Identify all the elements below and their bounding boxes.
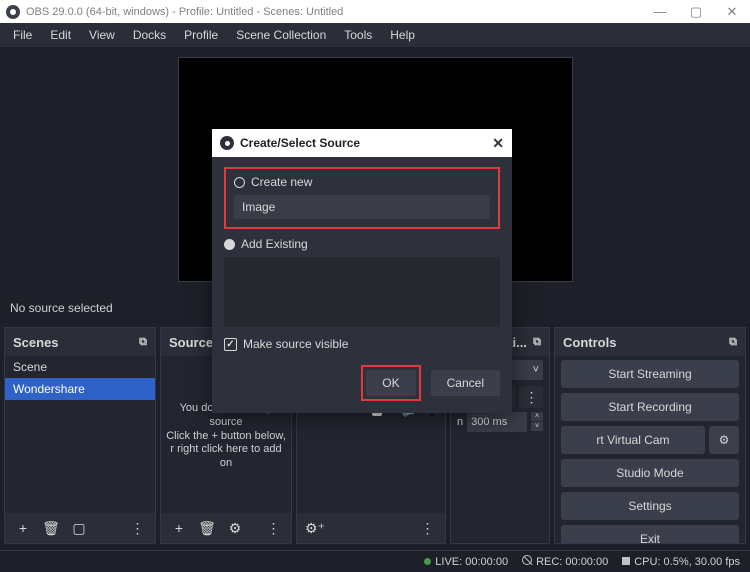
scene-filter-button[interactable]: ▢ [67,517,91,539]
dock-icon[interactable]: ⧉ [729,336,737,349]
mixer-menu-button[interactable]: ⋮ [415,517,439,539]
chevron-down-icon: ˅ [533,364,539,376]
settings-button[interactable]: Settings [561,492,739,520]
status-rec: REC: 00:00:00 [536,556,608,568]
status-cpu: CPU: 0.5%, 30.00 fps [634,556,740,568]
dock-icon[interactable]: ⧉ [139,336,147,349]
scene-menu-button[interactable]: ⋮ [125,517,149,539]
title-bar: OBS 29.0.0 (64-bit, windows) - Profile: … [0,0,750,23]
add-scene-button[interactable]: + [11,517,35,539]
status-bar: LIVE: 00:00:00 REC: 00:00:00 CPU: 0.5%, … [0,550,750,572]
existing-sources-list[interactable] [224,257,500,327]
dialog-title: Create/Select Source [240,136,360,150]
create-new-radio[interactable]: Create new [234,175,490,189]
checkbox-icon: ✓ [224,338,237,351]
remove-scene-button[interactable]: 🗑 [39,517,63,539]
menu-file[interactable]: File [4,28,41,42]
status-rec-icon [522,555,532,565]
controls-header: Controls ⧉ [555,328,745,356]
virtual-cam-button[interactable]: rt Virtual Cam [561,426,705,454]
menu-docks[interactable]: Docks [124,28,175,42]
ok-button[interactable]: OK [366,370,415,396]
scenes-panel: Scenes ⧉ Scene Wondershare + 🗑 ▢ ⋮ [4,327,156,544]
create-new-highlight: Create new Image [224,167,500,229]
app-window: OBS 29.0.0 (64-bit, windows) - Profile: … [0,0,750,572]
no-source-label: No source selected [0,301,113,315]
window-title: OBS 29.0.0 (64-bit, windows) - Profile: … [26,6,343,18]
dialog-titlebar: Create/Select Source ✕ [212,129,512,157]
dialog-logo-icon [220,136,234,150]
studio-mode-button[interactable]: Studio Mode [561,459,739,487]
status-live: LIVE: 00:00:00 [435,556,508,568]
app-logo-icon [6,5,20,19]
menu-profile[interactable]: Profile [175,28,227,42]
virtual-cam-settings-button[interactable]: ⚙ [709,426,739,454]
create-source-dialog: Create/Select Source ✕ Create new Image … [212,129,512,413]
close-button[interactable]: ✕ [714,0,750,23]
dock-icon[interactable]: ⧉ [533,336,541,349]
menu-edit[interactable]: Edit [41,28,80,42]
radio-icon [234,177,245,188]
adv-audio-button[interactable]: ⚙⁺ [303,517,327,539]
add-source-button[interactable]: + [167,517,191,539]
menu-view[interactable]: View [80,28,124,42]
status-dot-icon [424,558,431,565]
make-visible-checkbox[interactable]: ✓ Make source visible [224,337,500,351]
controls-panel: Controls ⧉ Start Streaming Start Recordi… [554,327,746,544]
cancel-button[interactable]: Cancel [431,370,500,396]
maximize-button[interactable]: ▢ [678,0,714,23]
menu-bar: File Edit View Docks Profile Scene Colle… [0,23,750,47]
status-cpu-icon [622,557,630,565]
menu-help[interactable]: Help [381,28,424,42]
ok-highlight: OK [361,365,420,401]
radio-icon [224,239,235,250]
source-settings-button[interactable]: ⚙ [223,517,247,539]
scene-item-selected[interactable]: Wondershare [5,378,155,400]
remove-source-button[interactable]: 🗑 [195,517,219,539]
duration-down[interactable]: ˅ [531,422,543,431]
menu-tools[interactable]: Tools [335,28,381,42]
add-existing-radio[interactable]: Add Existing [224,237,500,251]
menu-scene-collection[interactable]: Scene Collection [227,28,335,42]
main-area: No source selected ⚙ P Scenes ⧉ Scene Wo… [0,47,750,572]
source-menu-button[interactable]: ⋮ [261,517,285,539]
duration-input[interactable]: 300 ms [467,412,527,432]
source-name-input[interactable]: Image [234,195,490,219]
scene-item[interactable]: Scene [5,356,155,378]
duration-up[interactable]: ˄ [531,412,543,421]
dialog-close-button[interactable]: ✕ [492,135,504,152]
duration-label: n [457,416,463,428]
transition-menu-button[interactable]: ⋮ [519,386,543,408]
exit-button[interactable]: Exit [561,525,739,543]
start-recording-button[interactable]: Start Recording [561,393,739,421]
minimize-button[interactable]: — [642,0,678,23]
start-streaming-button[interactable]: Start Streaming [561,360,739,388]
scenes-header: Scenes ⧉ [5,328,155,356]
